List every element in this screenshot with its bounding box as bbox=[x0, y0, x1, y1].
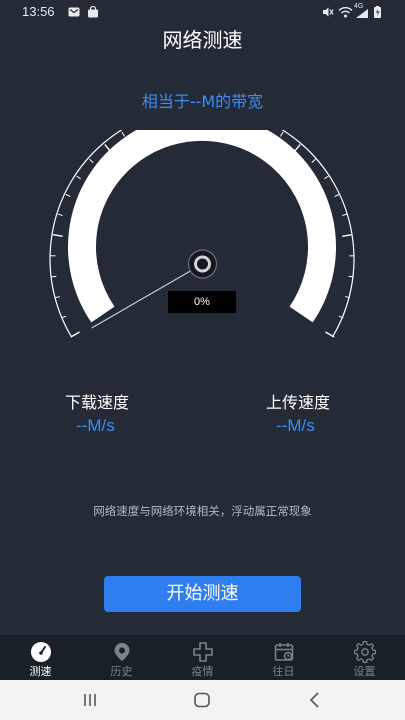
bottom-tab-bar: 测速 历史 疫情 往日 设置 bbox=[0, 635, 405, 680]
wifi-icon bbox=[338, 7, 353, 18]
gauge-tick bbox=[311, 158, 316, 164]
download-value: --M/s bbox=[76, 416, 115, 435]
gauge-tick bbox=[52, 233, 63, 238]
tab-speed-test-label: 测速 bbox=[29, 665, 52, 678]
download-label: 下载速度 bbox=[65, 393, 130, 412]
tab-history-label: 历史 bbox=[110, 665, 133, 678]
gauge-main-arc bbox=[68, 130, 336, 323]
gauge-tick bbox=[61, 315, 67, 319]
gauge-tick bbox=[65, 193, 71, 198]
history-pin-icon bbox=[114, 643, 129, 661]
gauge-tick bbox=[51, 275, 57, 278]
tab-past-days-label: 往日 bbox=[272, 665, 295, 678]
tab-settings[interactable]: 设置 bbox=[324, 635, 405, 680]
gauge-tick bbox=[325, 331, 335, 338]
gauge-tick bbox=[342, 213, 348, 217]
page-title: 网络测速 bbox=[162, 28, 243, 52]
medical-cross-icon bbox=[192, 642, 213, 662]
gauge-tick bbox=[334, 193, 340, 198]
mail-icon bbox=[68, 7, 80, 17]
bandwidth-text: 相当于--M的带宽 bbox=[141, 92, 264, 111]
gauge-tick bbox=[57, 213, 63, 217]
tab-epidemic[interactable]: 疫情 bbox=[162, 635, 243, 680]
gauge-tick bbox=[121, 131, 126, 137]
gauge-tick bbox=[348, 275, 354, 278]
upload-value: --M/s bbox=[276, 416, 315, 435]
tab-epidemic-label: 疫情 bbox=[191, 665, 214, 678]
speed-note: 网络速度与网络环境相关，浮动属正常现象 bbox=[93, 504, 312, 518]
signal-4g-icon bbox=[356, 9, 368, 18]
tab-speed-test[interactable]: 测速 bbox=[0, 635, 81, 680]
calendar-icon bbox=[274, 643, 293, 661]
gauge-tick bbox=[279, 131, 284, 137]
gauge-tick bbox=[324, 175, 329, 180]
tab-history[interactable]: 历史 bbox=[81, 635, 162, 680]
status-bar: 13:56 4G bbox=[0, 0, 405, 26]
tab-settings-label: 设置 bbox=[353, 665, 376, 678]
gauge-tick bbox=[54, 296, 60, 299]
start-test-button[interactable]: 开始测速 bbox=[104, 576, 301, 612]
speedometer-icon bbox=[30, 642, 51, 662]
battery-icon bbox=[374, 6, 381, 18]
recent-apps-icon[interactable] bbox=[80, 690, 100, 710]
gauge-tick bbox=[89, 158, 94, 164]
gear-icon bbox=[353, 641, 376, 663]
gauge-tick bbox=[342, 233, 353, 238]
home-icon[interactable] bbox=[192, 690, 212, 710]
speed-gauge bbox=[49, 130, 355, 338]
back-icon[interactable] bbox=[305, 690, 325, 710]
tab-past-days[interactable]: 往日 bbox=[243, 635, 324, 680]
gauge-hub-center bbox=[200, 261, 205, 267]
system-nav-bar bbox=[0, 680, 405, 720]
status-time: 13:56 bbox=[22, 4, 55, 19]
gauge-tick bbox=[76, 175, 81, 180]
gauge-tick bbox=[70, 331, 80, 338]
bag-icon bbox=[88, 6, 98, 18]
mute-icon bbox=[323, 7, 334, 17]
gauge-percent: 0% bbox=[168, 291, 236, 313]
upload-label: 上传速度 bbox=[266, 393, 331, 412]
